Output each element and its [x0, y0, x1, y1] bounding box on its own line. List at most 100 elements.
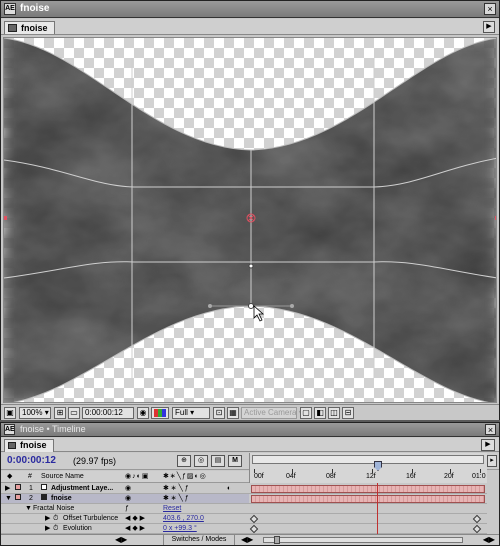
layer-row[interactable]: ▼ 2 fnoise ◉ ✱ ∗ ╲ ƒ [1, 494, 249, 504]
eye-icon[interactable]: ◉ [125, 484, 131, 494]
current-time-line [377, 483, 378, 535]
magnification-dropdown[interactable]: 100% ▾ [19, 407, 51, 419]
label-color[interactable] [15, 484, 21, 490]
channel-icon[interactable] [151, 407, 169, 419]
region-of-interest-icon[interactable]: ▭ [68, 407, 80, 419]
tab-label: fnoise [21, 23, 48, 33]
tab-label: fnoise [20, 440, 47, 450]
resolution-dropdown[interactable]: Full ▾ [172, 407, 210, 419]
flowchart-icon[interactable]: ⊟ [342, 407, 354, 419]
zoom-slider-handle[interactable] [274, 536, 280, 544]
current-time-indicator-icon[interactable] [374, 461, 382, 471]
zoom-slider[interactable] [263, 536, 463, 544]
fps-label: (29.97 fps) [73, 456, 117, 466]
switches-modes-button[interactable]: Switches / Modes [163, 535, 235, 545]
expand-triangle-icon[interactable]: ▶ [45, 524, 50, 534]
close-icon[interactable]: × [485, 424, 496, 435]
effect-row[interactable]: ▼ Fractal Noise ƒ Reset [1, 504, 249, 514]
tab-fnoise[interactable]: fnoise [4, 21, 55, 34]
always-preview-icon[interactable]: ▣ [4, 407, 16, 419]
layer-bar-row [249, 494, 487, 504]
transparency-grid-icon[interactable]: ▦ [227, 407, 239, 419]
expand-triangle-icon[interactable]: ▶ [45, 514, 50, 524]
timeline-titlebar[interactable]: AE fnoise • Timeline × [1, 423, 499, 437]
switches-toggle-icon[interactable]: ◀▶ [115, 535, 127, 544]
fast-previews-icon[interactable]: ⊡ [213, 407, 225, 419]
keyframe-row [249, 514, 487, 524]
timeline-footer: ◀▶ Switches / Modes ◀▶ ◀▶ [1, 534, 499, 545]
viewer-canvas [4, 38, 496, 402]
frame-blending-icon[interactable]: ▤ [211, 455, 225, 467]
stopwatch-icon[interactable]: ⏱ [53, 524, 58, 534]
keyframe-nav-icon[interactable]: ◀ ◆ ▶ [125, 524, 145, 534]
effect-name[interactable]: Fractal Noise [33, 504, 74, 514]
layer-duration-bar[interactable] [251, 485, 485, 493]
comp-marker-icon[interactable]: ⊕ [177, 455, 191, 467]
comp-titlebar[interactable]: AE fnoise × [1, 1, 499, 18]
layer-name[interactable]: fnoise [51, 494, 72, 504]
safe-zones-icon[interactable]: ⊞ [54, 407, 66, 419]
comp-toolbar: ▣ 100% ▾ ⊞ ▭ 0:00:00:12 ◉ Full ▾ ⊡ ▦ Act… [1, 404, 499, 420]
timeline-title: fnoise • Timeline [20, 424, 86, 434]
panel-menu-icon[interactable]: ▶ [483, 21, 495, 33]
eye-icon[interactable]: ◉ [125, 494, 131, 504]
fx-icon[interactable]: ƒ [125, 504, 129, 514]
keyframe-nav-icon[interactable]: ◀ ◆ ▶ [125, 514, 145, 524]
stopwatch-icon[interactable]: ⏱ [53, 514, 58, 524]
effect-bar-row [249, 504, 487, 514]
layer-switches-icon[interactable]: ✱ ∗ ╲ ƒ [163, 484, 189, 494]
switches-icons: ✱∗╲ƒ▨◐◎ [163, 473, 207, 480]
graph-editor-icon[interactable]: M [228, 455, 242, 467]
zoom-out-icon[interactable]: ◀▶ [241, 535, 253, 544]
timeline-window: AE fnoise • Timeline × fnoise ▶ 0:00:00:… [0, 422, 500, 546]
composition-window: AE fnoise × fnoise ▶ ▣ 100% ▾ ⊞ ▭ 0:00:0… [0, 0, 500, 420]
composition-icon [8, 24, 17, 32]
comp-tabbar: fnoise ▶ [1, 19, 499, 35]
collapse-triangle-icon[interactable]: ▼ [5, 494, 12, 504]
expand-triangle-icon[interactable]: ▶ [5, 484, 10, 494]
layer-number: 2 [29, 495, 33, 502]
keyframe-icon[interactable] [472, 524, 482, 534]
time-navigator-icon[interactable]: ▸ [487, 455, 497, 467]
keyframe-icon[interactable] [472, 514, 482, 524]
property-row[interactable]: ▶ ⏱ Offset Turbulence ◀ ◆ ▶ 403.6 , 270.… [1, 514, 249, 524]
layer-name[interactable]: Adjustment Laye... [51, 484, 113, 494]
column-header: ◆ # Source Name ◉♪◐▣ ✱∗╲ƒ▨◐◎ [1, 471, 249, 483]
keyframe-row [249, 524, 487, 534]
motion-blur-icon[interactable]: ◎ [194, 455, 208, 467]
layer-duration-bar[interactable] [251, 495, 485, 503]
adjustment-switch-icon[interactable]: ◐ [227, 484, 231, 494]
layout-icon[interactable]: ▢ [300, 407, 312, 419]
time-ruler[interactable]: 00f 04f 08f 12f 16f 20f 01:0 [249, 453, 487, 483]
property-name: Offset Turbulence [63, 515, 119, 522]
close-icon[interactable]: × [484, 3, 496, 15]
layer-switches-icon[interactable]: ✱ ∗ ╲ ƒ [163, 494, 189, 504]
composition-icon [8, 442, 16, 449]
panel-menu-icon[interactable]: ▶ [481, 439, 495, 451]
solid-layer-icon [41, 494, 47, 500]
keyframe-icon[interactable] [249, 524, 259, 534]
source-name-column[interactable]: Source Name [41, 471, 84, 482]
property-value[interactable]: 403.6 , 270.0 [163, 514, 204, 524]
timecode-field[interactable]: 0:00:00:12 [82, 407, 134, 419]
reset-link[interactable]: Reset [163, 504, 181, 514]
keyframe-icon[interactable] [249, 514, 259, 524]
view-dropdown[interactable]: Active Camera ▾ [241, 407, 303, 419]
reset-exposure-icon[interactable]: ◫ [328, 407, 340, 419]
snapshot-icon[interactable]: ◉ [137, 407, 149, 419]
label-color[interactable] [15, 494, 21, 500]
app-icon: AE [4, 3, 16, 15]
comp-window-title: fnoise [20, 3, 50, 14]
zoom-in-icon[interactable]: ◀▶ [483, 535, 495, 544]
collapse-triangle-icon[interactable]: ▼ [25, 504, 32, 514]
layer-row[interactable]: ▶ 1 Adjustment Laye... ◉ ✱ ∗ ╲ ƒ ◐ [1, 484, 249, 494]
property-row[interactable]: ▶ ⏱ Evolution ◀ ◆ ▶ 0 x +99.3 ° [1, 524, 249, 534]
toggle-view-icon[interactable]: ◧ [314, 407, 326, 419]
composition-viewer[interactable] [3, 37, 497, 403]
layer-number: 1 [29, 485, 33, 492]
tab-fnoise-timeline[interactable]: fnoise [4, 439, 54, 452]
current-time-display[interactable]: 0:00:00:12 [7, 455, 56, 466]
work-area-bar[interactable] [252, 455, 484, 464]
property-value[interactable]: 0 x +99.3 ° [163, 524, 197, 534]
layer-bar-row [249, 484, 487, 494]
